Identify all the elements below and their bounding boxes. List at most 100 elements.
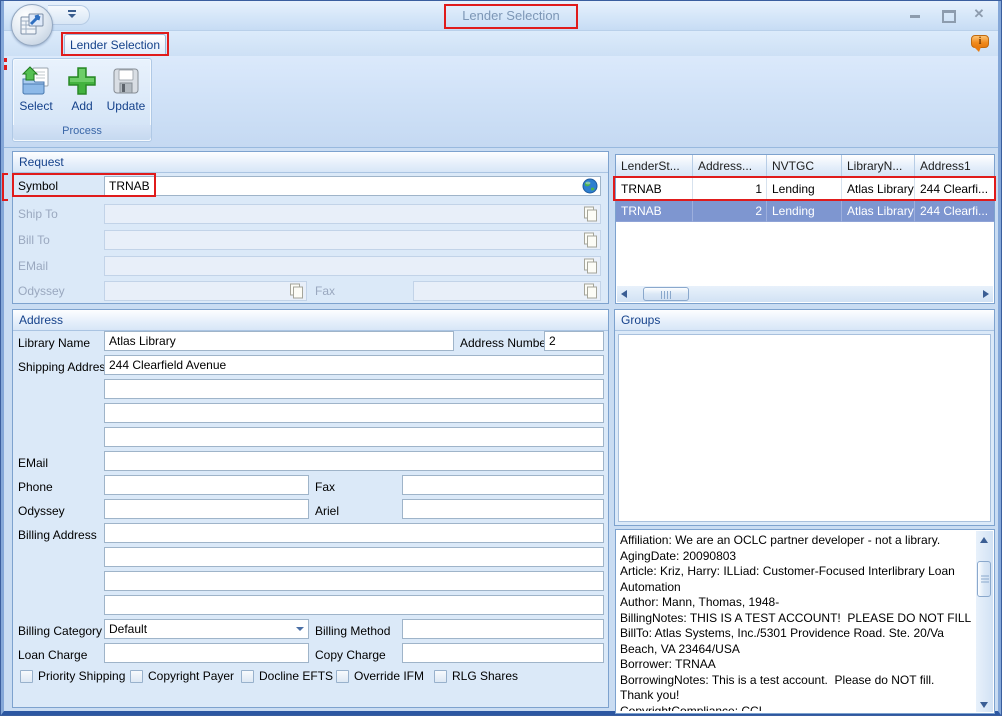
grid-col-libraryname[interactable]: LibraryN... (842, 155, 915, 178)
rlg-shares-checkbox[interactable]: RLG Shares (434, 669, 518, 683)
address-number-input[interactable]: 2 (544, 331, 604, 351)
update-button[interactable]: Update (105, 63, 147, 125)
billing-address-line1-input[interactable] (104, 523, 604, 543)
grid-header-row: LenderSt... Address... NVTGC LibraryN...… (616, 155, 994, 178)
grid-cell: 244 Clearfi... (915, 178, 994, 200)
globe-icon[interactable] (582, 178, 598, 194)
address-odyssey-input[interactable] (104, 499, 309, 519)
select-button[interactable]: Select (15, 63, 57, 125)
ariel-input[interactable] (402, 499, 604, 519)
copy-icon[interactable] (582, 206, 598, 222)
grid-cell: 2 (693, 200, 767, 222)
grid-col-nvtgc[interactable]: NVTGC (767, 155, 842, 178)
bill-to-label: Bill To (18, 231, 50, 250)
copy-icon[interactable] (582, 258, 598, 274)
loan-charge-label: Loan Charge (18, 646, 87, 665)
phone-input[interactable] (104, 475, 309, 495)
update-button-label: Update (107, 99, 146, 113)
loan-charge-input[interactable] (104, 643, 309, 663)
lender-grid: LenderSt... Address... NVTGC LibraryN...… (615, 154, 995, 304)
address-fax-label: Fax (315, 478, 335, 497)
shipping-address-line2-input[interactable] (104, 379, 604, 399)
shipping-address-line1-input[interactable]: 244 Clearfield Avenue (104, 355, 604, 375)
billing-category-label: Billing Category (18, 622, 102, 641)
chevron-down-icon (296, 627, 304, 631)
tab-lender-selection[interactable]: Lender Selection (64, 34, 166, 56)
checkbox-label: Copyright Payer (148, 669, 234, 683)
select-button-label: Select (19, 99, 52, 113)
copy-icon[interactable] (582, 283, 598, 299)
app-grid-arrow-icon (19, 12, 45, 38)
scroll-down-icon[interactable] (976, 696, 992, 712)
billing-category-select[interactable]: Default (104, 619, 309, 639)
grid-cell: TRNAB (616, 200, 693, 222)
address-number-label: Address Number (460, 334, 550, 353)
quick-access-dropdown-icon[interactable] (67, 10, 77, 20)
shipping-address-line3-input[interactable] (104, 403, 604, 423)
request-fax-input (413, 281, 601, 301)
groups-panel: Groups (614, 309, 995, 526)
symbol-input[interactable]: TRNAB (104, 176, 601, 196)
application-menu-button[interactable] (11, 4, 53, 46)
lender-notes-panel: Affiliation: We are an OCLC partner deve… (615, 529, 995, 714)
address-email-input[interactable] (104, 451, 604, 471)
grid-row-2-selected[interactable]: TRNAB 2 Lending Atlas Library 244 Clearf… (616, 200, 994, 222)
grid-cell: Atlas Library (842, 200, 915, 222)
billing-address-line3-input[interactable] (104, 571, 604, 591)
add-button-label: Add (71, 99, 92, 113)
docline-efts-checkbox[interactable]: Docline EFTS (241, 669, 333, 683)
request-panel-title: Request (13, 152, 608, 173)
checkbox-label: Priority Shipping (38, 669, 125, 683)
help-icon[interactable]: i (971, 35, 990, 52)
scrollbar-thumb[interactable] (643, 287, 689, 301)
checkbox-icon (241, 670, 254, 683)
scroll-left-icon[interactable] (617, 286, 633, 302)
address-odyssey-label: Odyssey (18, 502, 65, 521)
library-name-label: Library Name (18, 334, 90, 353)
address-fax-input[interactable] (402, 475, 604, 495)
window-title: Lender Selection (448, 8, 574, 23)
grid-col-address1[interactable]: Address1 (915, 155, 994, 178)
window-frame: Lender Selection ✕ Lender Selection i (1, 1, 1001, 715)
grid-col-addressnumber[interactable]: Address... (693, 155, 767, 178)
bill-to-input (104, 230, 601, 250)
billing-address-line2-input[interactable] (104, 547, 604, 567)
request-odyssey-input (104, 281, 307, 301)
priority-shipping-checkbox[interactable]: Priority Shipping (20, 669, 125, 683)
groups-list[interactable] (618, 334, 991, 522)
grid-col-lenderstring[interactable]: LenderSt... (616, 155, 693, 178)
lender-notes-text[interactable]: Affiliation: We are an OCLC partner deve… (620, 533, 974, 711)
billing-address-line4-input[interactable] (104, 595, 604, 615)
copy-icon[interactable] (288, 283, 304, 299)
notes-vertical-scrollbar[interactable] (976, 531, 993, 712)
request-odyssey-label: Odyssey (18, 282, 65, 301)
maximize-button[interactable] (940, 7, 954, 21)
address-email-label: EMail (18, 454, 48, 473)
override-ifm-checkbox[interactable]: Override IFM (336, 669, 424, 683)
lender-selection-window: Lender Selection ✕ Lender Selection i (0, 0, 1002, 716)
grid-horizontal-scrollbar[interactable] (617, 286, 993, 302)
shipping-address-line4-input[interactable] (104, 427, 604, 447)
groups-panel-title: Groups (615, 310, 994, 331)
ship-to-input (104, 204, 601, 224)
scroll-up-icon[interactable] (976, 531, 992, 547)
request-email-input (104, 256, 601, 276)
library-name-input[interactable]: Atlas Library (104, 331, 454, 351)
close-button[interactable]: ✕ (972, 7, 986, 21)
copy-icon[interactable] (582, 232, 598, 248)
billing-method-input[interactable] (402, 619, 604, 639)
grid-row-1[interactable]: TRNAB 1 Lending Atlas Library 244 Clearf… (616, 178, 994, 200)
scrollbar-thumb[interactable] (977, 561, 991, 597)
ship-to-label: Ship To (18, 205, 58, 224)
phone-label: Phone (18, 478, 53, 497)
add-button[interactable]: Add (61, 63, 103, 125)
copy-charge-label: Copy Charge (315, 646, 386, 665)
scroll-right-icon[interactable] (977, 286, 993, 302)
minimize-button[interactable] (908, 7, 922, 21)
ribbon-group-process: Select Add Update Process (12, 58, 152, 142)
copyright-payer-checkbox[interactable]: Copyright Payer (130, 669, 234, 683)
grid-cell: Lending (767, 200, 842, 222)
ribbon-group-label: Process (13, 125, 151, 140)
billing-method-label: Billing Method (315, 622, 390, 641)
copy-charge-input[interactable] (402, 643, 604, 663)
